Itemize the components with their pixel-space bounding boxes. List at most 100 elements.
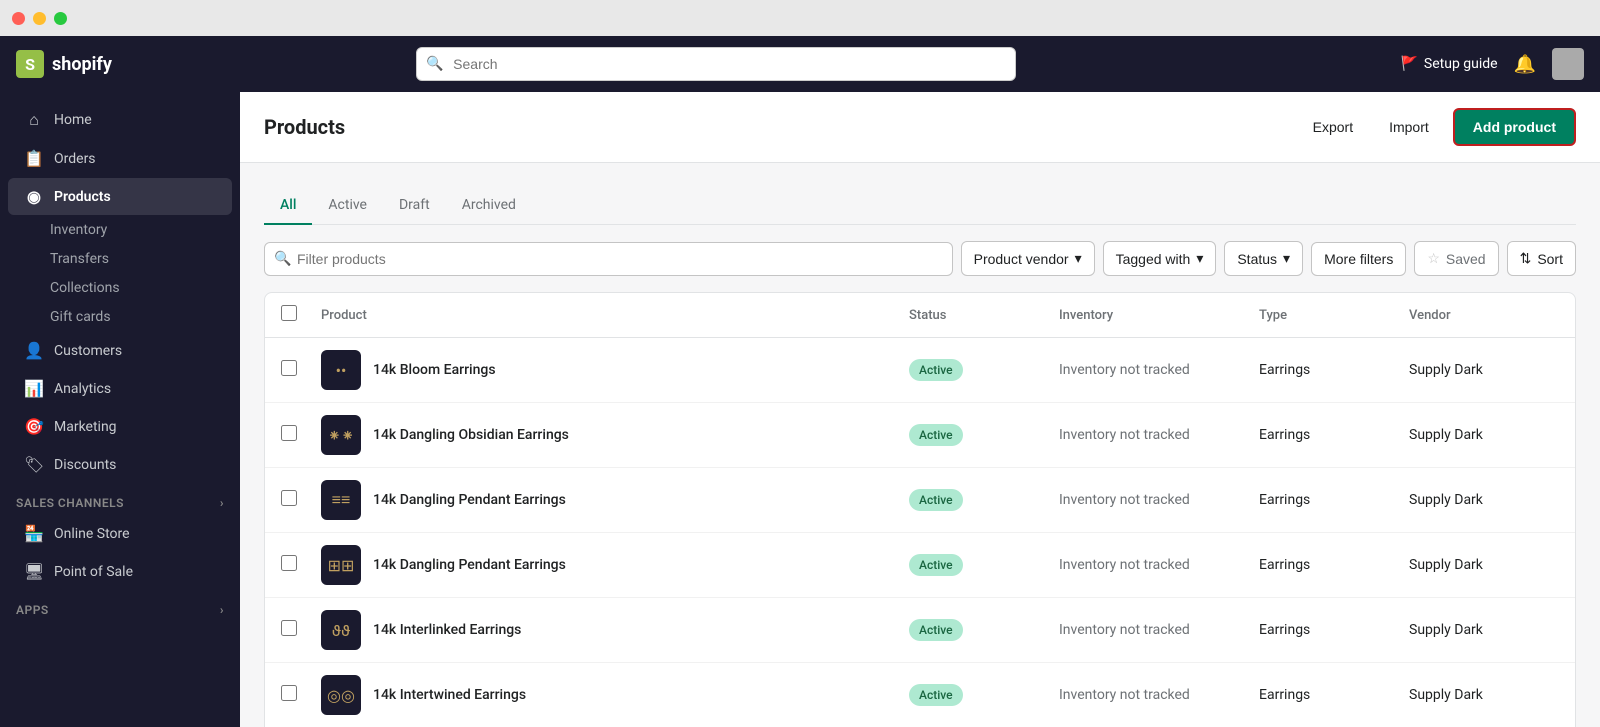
product-cell: ⊞⊞ 14k Dangling Pendant Earrings xyxy=(321,545,909,585)
table-row[interactable]: ⊞⊞ 14k Dangling Pendant Earrings Active … xyxy=(265,533,1575,598)
select-all-cell[interactable] xyxy=(281,305,321,325)
search-input[interactable] xyxy=(416,47,1016,81)
type-cell: Earrings xyxy=(1259,362,1409,378)
status-filter[interactable]: Status ▾ xyxy=(1224,241,1303,276)
status-cell: Active xyxy=(909,424,1059,446)
close-button[interactable] xyxy=(12,12,25,25)
top-nav: S shopify 🔍 🚩 Setup guide 🔔 xyxy=(0,36,1600,92)
inventory-cell: Inventory not tracked xyxy=(1059,427,1259,443)
status-badge: Active xyxy=(909,619,963,641)
status-badge: Active xyxy=(909,424,963,446)
tab-draft[interactable]: Draft xyxy=(383,187,446,225)
tab-all[interactable]: All xyxy=(264,187,312,225)
status-cell: Active xyxy=(909,489,1059,511)
product-cell: ≡≡ 14k Dangling Pendant Earrings xyxy=(321,480,909,520)
sidebar-item-home[interactable]: ⌂ Home xyxy=(8,101,232,139)
sidebar-item-orders[interactable]: 📋 Orders xyxy=(8,140,232,177)
row-checkbox-cell[interactable] xyxy=(281,620,321,640)
more-filters-button[interactable]: More filters xyxy=(1311,242,1406,276)
sidebar-item-marketing[interactable]: 🎯 Marketing xyxy=(8,408,232,445)
product-vendor-filter[interactable]: Product vendor ▾ xyxy=(961,241,1095,276)
apps-section: Apps › xyxy=(0,591,240,621)
table-row[interactable]: ⁕⁕ 14k Dangling Obsidian Earrings Active… xyxy=(265,403,1575,468)
minimize-button[interactable] xyxy=(33,12,46,25)
home-icon: ⌂ xyxy=(24,110,44,130)
row-checkbox-cell[interactable] xyxy=(281,685,321,705)
export-button[interactable]: Export xyxy=(1301,111,1365,143)
sidebar-item-products[interactable]: ◉ Products xyxy=(8,178,232,215)
setup-guide-button[interactable]: 🚩 Setup guide xyxy=(1400,56,1497,72)
row-checkbox-cell[interactable] xyxy=(281,555,321,575)
table-row[interactable]: •• 14k Bloom Earrings Active Inventory n… xyxy=(265,338,1575,403)
table-row[interactable]: ϑϑ 14k Interlinked Earrings Active Inven… xyxy=(265,598,1575,663)
inventory-label: Inventory xyxy=(50,222,107,238)
row-checkbox-cell[interactable] xyxy=(281,425,321,445)
sidebar-item-customers[interactable]: 👤 Customers xyxy=(8,332,232,369)
row-checkbox[interactable] xyxy=(281,620,297,636)
product-col-header: Product xyxy=(321,308,909,323)
table-row[interactable]: ◎◎ 14k Intertwined Earrings Active Inven… xyxy=(265,663,1575,727)
sidebar-item-label: Orders xyxy=(54,151,96,167)
import-button[interactable]: Import xyxy=(1377,111,1441,143)
row-checkbox-cell[interactable] xyxy=(281,360,321,380)
avatar[interactable] xyxy=(1552,48,1584,80)
sidebar-sub-collections[interactable]: Collections xyxy=(8,274,232,302)
sidebar: ⌂ Home 📋 Orders ◉ Products Inventory Tra… xyxy=(0,92,240,727)
product-thumbnail: •• xyxy=(321,350,361,390)
row-checkbox-cell[interactable] xyxy=(281,490,321,510)
sidebar-sub-inventory[interactable]: Inventory xyxy=(8,216,232,244)
customers-icon: 👤 xyxy=(24,341,44,360)
sort-icon: ⇅ xyxy=(1520,250,1532,267)
vendor-cell: Supply Dark xyxy=(1409,427,1559,443)
star-icon: ☆ xyxy=(1427,250,1440,267)
table-row[interactable]: ≡≡ 14k Dangling Pendant Earrings Active … xyxy=(265,468,1575,533)
inventory-cell: Inventory not tracked xyxy=(1059,362,1259,378)
product-vendor-label: Product vendor xyxy=(974,251,1069,267)
sort-label: Sort xyxy=(1537,251,1563,267)
row-checkbox[interactable] xyxy=(281,685,297,701)
sidebar-item-analytics[interactable]: 📊 Analytics xyxy=(8,370,232,407)
sales-channels-section: Sales channels › xyxy=(0,484,240,514)
select-all-checkbox[interactable] xyxy=(281,305,297,321)
tagged-with-filter[interactable]: Tagged with ▾ xyxy=(1103,241,1217,276)
type-cell: Earrings xyxy=(1259,427,1409,443)
sidebar-item-label: Discounts xyxy=(54,457,116,473)
page-header: Products Export Import Add product xyxy=(240,92,1600,163)
product-thumbnail: ϑϑ xyxy=(321,610,361,650)
title-bar xyxy=(0,0,1600,36)
product-thumbnail: ⁕⁕ xyxy=(321,415,361,455)
filter-products-input[interactable] xyxy=(264,242,953,276)
saved-button[interactable]: ☆ Saved xyxy=(1414,241,1498,276)
filter-search-icon: 🔍 xyxy=(274,251,291,267)
sidebar-item-discounts[interactable]: 🏷 Discounts xyxy=(8,446,232,483)
sidebar-item-label: Home xyxy=(54,112,92,128)
add-product-button[interactable]: Add product xyxy=(1453,108,1576,146)
maximize-button[interactable] xyxy=(54,12,67,25)
sidebar-sub-transfers[interactable]: Transfers xyxy=(8,245,232,273)
vendor-col-header: Vendor xyxy=(1409,308,1559,323)
shopify-logo-icon: S xyxy=(16,50,44,78)
product-thumbnail: ⊞⊞ xyxy=(321,545,361,585)
status-cell: Active xyxy=(909,619,1059,641)
product-name: 14k Dangling Obsidian Earrings xyxy=(373,427,569,443)
tab-active[interactable]: Active xyxy=(312,187,383,225)
tab-archived[interactable]: Archived xyxy=(446,187,532,225)
sidebar-item-point-of-sale[interactable]: 🖥 Point of Sale xyxy=(8,553,232,590)
row-checkbox[interactable] xyxy=(281,360,297,376)
inventory-cell: Inventory not tracked xyxy=(1059,557,1259,573)
row-checkbox[interactable] xyxy=(281,555,297,571)
search-bar: 🔍 xyxy=(416,47,1016,81)
content-area: All Active Draft Archived 🔍 xyxy=(240,163,1600,727)
sidebar-item-online-store[interactable]: 🏪 Online Store xyxy=(8,515,232,552)
status-label: Status xyxy=(1237,251,1277,267)
product-name: 14k Intertwined Earrings xyxy=(373,687,526,703)
row-checkbox[interactable] xyxy=(281,425,297,441)
sort-button[interactable]: ⇅ Sort xyxy=(1507,241,1576,276)
notification-icon[interactable]: 🔔 xyxy=(1514,54,1536,75)
shopify-logo[interactable]: S shopify xyxy=(16,50,216,78)
sidebar-item-label: Analytics xyxy=(54,381,111,397)
product-name: 14k Dangling Pendant Earrings xyxy=(373,557,566,573)
product-name: 14k Dangling Pendant Earrings xyxy=(373,492,566,508)
sidebar-sub-gift-cards[interactable]: Gift cards xyxy=(8,303,232,331)
row-checkbox[interactable] xyxy=(281,490,297,506)
